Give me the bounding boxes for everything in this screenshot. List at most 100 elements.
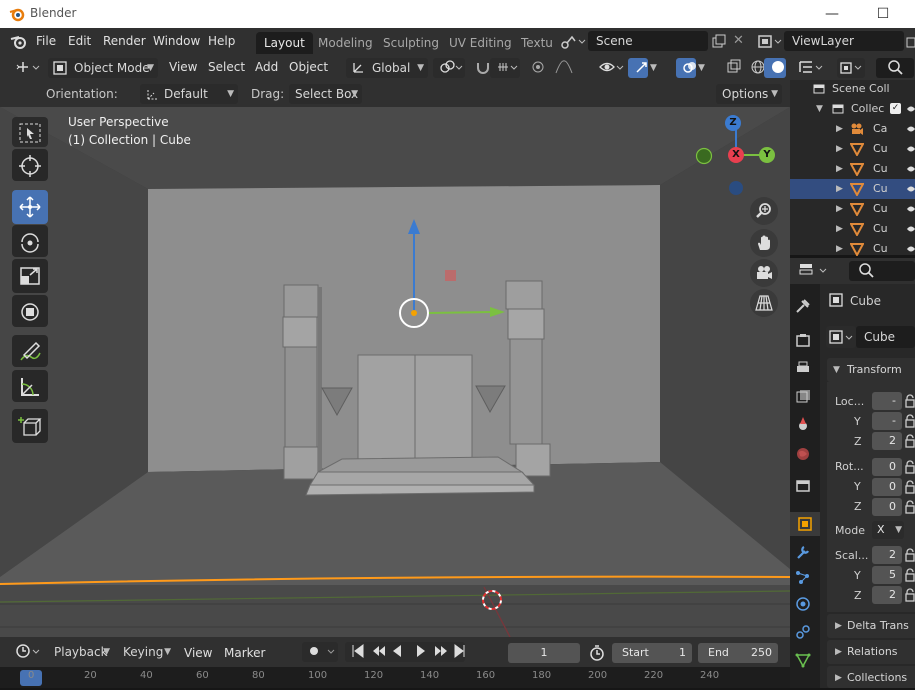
location-x-field[interactable]: - (872, 392, 902, 410)
minimize-button[interactable]: — (822, 4, 842, 24)
scene-name-field[interactable]: Scene (588, 31, 708, 51)
camera-view-button[interactable] (750, 259, 778, 287)
rotation-y-field[interactable]: 0 (872, 478, 902, 496)
expand-object-icon[interactable]: ▶ (836, 179, 843, 199)
expand-collection-icon[interactable]: ▼ (816, 99, 823, 119)
tab-collection[interactable] (790, 474, 816, 498)
object-visibility-eye-icon[interactable] (907, 164, 915, 174)
proportional-falloff-icon[interactable] (548, 58, 578, 78)
expand-object-icon[interactable]: ▶ (836, 199, 843, 219)
zoom-view-button[interactable] (750, 197, 778, 225)
transform-panel-header[interactable]: ▼ Transform (827, 358, 915, 382)
copy-viewlayer-icon[interactable] (906, 33, 915, 49)
lock-icon[interactable] (905, 548, 915, 562)
tool-select-box[interactable] (12, 117, 48, 147)
current-frame-field[interactable]: 1 (508, 643, 580, 663)
collections-panel-header[interactable]: ▶ Collections (827, 666, 915, 688)
lock-icon[interactable] (905, 414, 915, 428)
collection-visibility-eye-icon[interactable] (907, 104, 915, 114)
preview-range-icon[interactable] (589, 645, 605, 661)
timeline-menu-view[interactable]: View (184, 646, 212, 660)
tool-add-cube[interactable] (12, 409, 48, 443)
tab-layout[interactable]: Layout (256, 32, 313, 54)
tab-render[interactable] (790, 328, 816, 352)
menu-window[interactable]: Window (153, 34, 200, 48)
object-visibility-eye-icon[interactable] (907, 224, 915, 234)
outliner-object-row[interactable]: ▶ Cu (790, 159, 915, 179)
tab-physics[interactable] (790, 592, 816, 616)
orientation-dropdown[interactable]: Default ▼ (140, 84, 238, 104)
outliner-object-row[interactable]: ▶ Ca (790, 119, 915, 139)
gizmo-dropdown-icon[interactable]: ▼ (650, 63, 657, 73)
expand-object-icon[interactable]: ▶ (836, 119, 843, 139)
rotation-mode-dropdown[interactable]: X ▼ (872, 521, 904, 539)
xray-toggle-icon[interactable] (720, 58, 741, 78)
options-dropdown[interactable]: Options ▼ (716, 84, 782, 104)
rotation-z-field[interactable]: 0 (872, 498, 902, 516)
viewport-menu-add[interactable]: Add (255, 60, 278, 74)
viewport-menu-object[interactable]: Object (289, 60, 328, 74)
delta-transform-panel-header[interactable]: ▶ Delta Trans (827, 614, 915, 638)
tab-particles[interactable] (790, 566, 816, 590)
display-mode-dropdown[interactable] (837, 58, 865, 78)
outliner-search-field[interactable] (876, 58, 914, 78)
copy-scene-icon[interactable] (711, 33, 727, 49)
object-mode-dropdown[interactable]: Object Mode ▼ (48, 58, 158, 78)
tab-view-layer[interactable] (790, 384, 816, 408)
outliner-collection[interactable]: ▼ Collec ✓ (790, 99, 915, 119)
gizmo-x-axis[interactable]: X (728, 147, 744, 163)
snap-target-dropdown[interactable] (490, 58, 520, 78)
transform-orientation-dropdown[interactable]: Global ▼ (346, 58, 428, 78)
timeline-menu-marker[interactable]: Marker (224, 646, 265, 660)
drag-select-dropdown[interactable]: Select Box ▼ (289, 84, 362, 104)
object-visibility-eye-icon[interactable] (907, 204, 915, 214)
playback-menu[interactable]: Playback ▼ (48, 642, 114, 662)
properties-editor-type-icon[interactable] (798, 262, 830, 280)
object-visibility-dropdown[interactable] (592, 58, 626, 78)
tab-tool[interactable] (790, 294, 816, 318)
gizmo-z-axis[interactable]: Z (725, 115, 741, 131)
menu-file[interactable]: File (36, 34, 56, 48)
tab-object-data[interactable] (790, 648, 816, 672)
tab-modeling[interactable]: Modeling (310, 32, 381, 54)
tab-output[interactable] (790, 356, 816, 380)
relations-panel-header[interactable]: ▶ Relations (827, 640, 915, 664)
playback-controls[interactable] (345, 642, 465, 662)
tab-uv-editing[interactable]: UV Editing (441, 32, 520, 54)
expand-object-icon[interactable]: ▶ (836, 159, 843, 179)
overlays-dropdown-icon[interactable]: ▼ (698, 63, 705, 73)
viewport-menu-select[interactable]: Select (208, 60, 245, 74)
properties-search-field[interactable] (849, 261, 915, 281)
editor-type-button[interactable] (8, 58, 42, 78)
timeline-editor-type-button[interactable] (8, 642, 42, 662)
outliner-object-row[interactable]: ▶ Cu (790, 139, 915, 159)
outliner-scene-collection[interactable]: Scene Coll (790, 79, 915, 99)
outliner-object-row[interactable]: ▶ Cu (790, 179, 915, 199)
tool-transform[interactable] (12, 295, 48, 327)
object-visibility-eye-icon[interactable] (907, 184, 915, 194)
gizmo-toggle-button[interactable] (628, 58, 648, 78)
tab-modifiers[interactable] (790, 540, 816, 564)
lock-icon[interactable] (905, 500, 915, 514)
scale-x-field[interactable]: 2 (872, 546, 902, 564)
tool-scale[interactable] (12, 259, 48, 293)
tab-scene[interactable] (790, 412, 816, 436)
tab-constraints[interactable] (790, 620, 816, 644)
expand-object-icon[interactable]: ▶ (836, 139, 843, 159)
lock-icon[interactable] (905, 394, 915, 408)
lock-icon[interactable] (905, 588, 915, 602)
collection-exclude-checkbox[interactable]: ✓ (890, 103, 901, 114)
scale-y-field[interactable]: 5 (872, 566, 902, 584)
delete-scene-icon[interactable]: ✕ (733, 33, 744, 48)
maximize-button[interactable]: ☐ (873, 4, 893, 24)
tool-rotate[interactable] (12, 225, 48, 257)
viewlayer-selector-icon[interactable] (758, 34, 784, 50)
auto-keying-toggle[interactable] (302, 642, 338, 662)
expand-object-icon[interactable]: ▶ (836, 239, 843, 259)
outliner-editor-type-icon[interactable] (798, 59, 826, 75)
expand-object-icon[interactable]: ▶ (836, 219, 843, 239)
object-browser-dropdown[interactable] (826, 326, 856, 348)
tool-cursor[interactable] (12, 149, 48, 181)
keying-menu[interactable]: Keying ▼ (117, 642, 175, 662)
tool-move[interactable] (12, 190, 48, 224)
